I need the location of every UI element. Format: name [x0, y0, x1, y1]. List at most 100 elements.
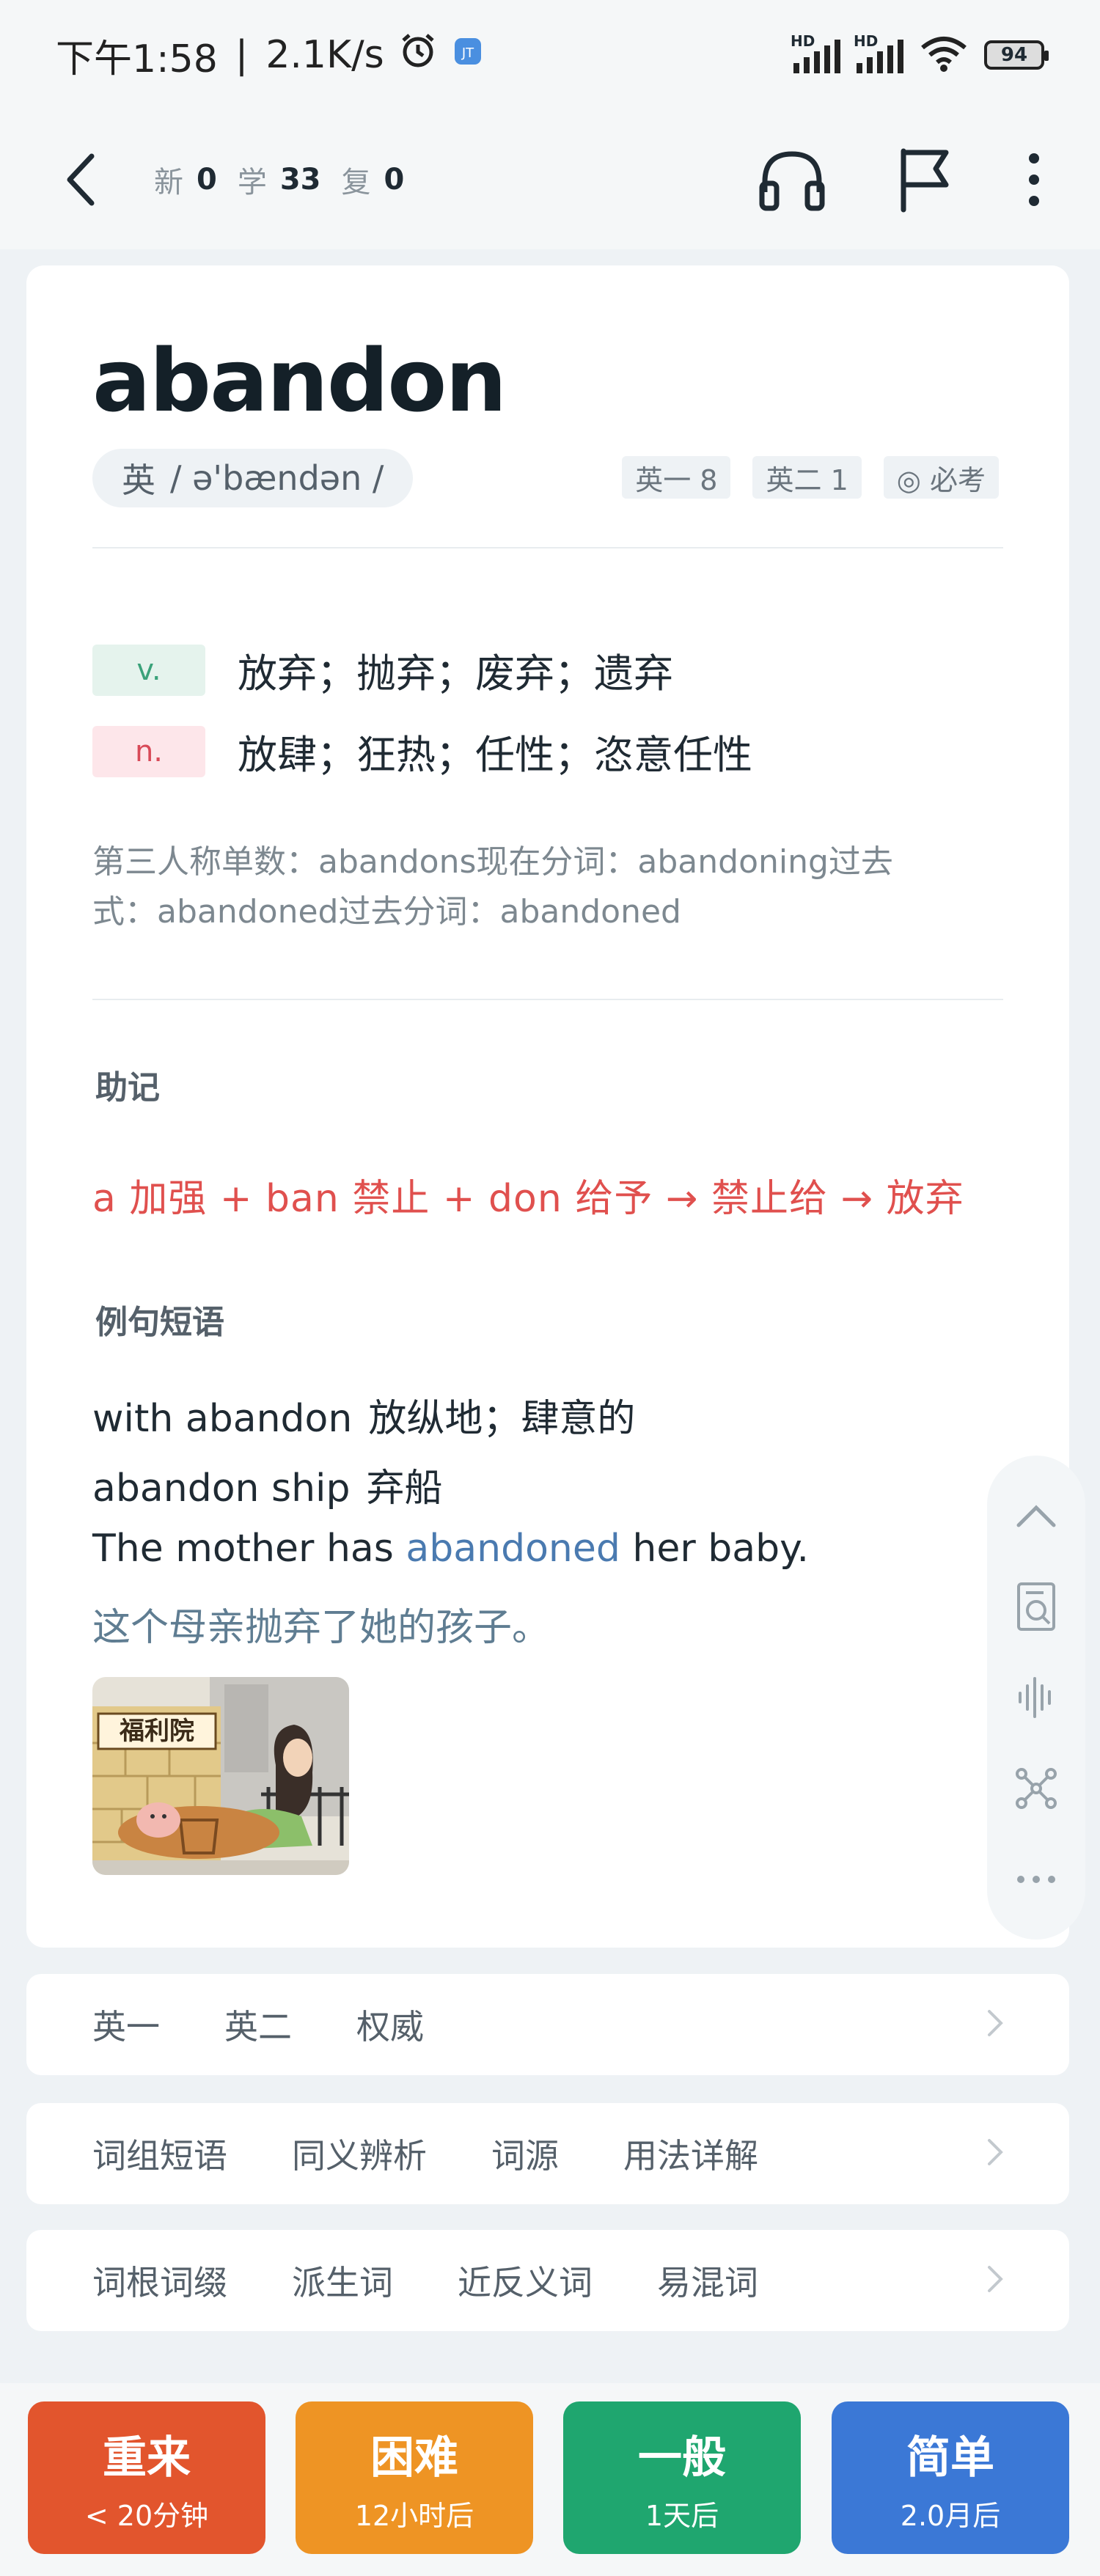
pos-badge-verb: v.: [92, 644, 205, 696]
link-authority[interactable]: 权威: [356, 2000, 424, 2049]
divider: [92, 999, 1003, 1000]
phrase-en: with abandon: [92, 1397, 353, 1441]
phonetic-text: / ə'bændən /: [170, 458, 384, 498]
more-tools-button[interactable]: [1007, 1850, 1066, 1909]
nav-actions: [755, 143, 1049, 216]
dictionary-button[interactable]: [1007, 1577, 1066, 1636]
phrase-item: with abandon 放纵地；肆意的: [92, 1387, 635, 1442]
rating-interval: 12小时后: [354, 2500, 474, 2532]
collapse-button[interactable]: [1007, 1486, 1066, 1545]
example-highlight-word[interactable]: abandoned: [406, 1527, 620, 1571]
dictionary-icon: [1017, 1582, 1055, 1631]
pronunciation-button[interactable]: [1007, 1668, 1066, 1727]
example-illustration[interactable]: 福利院: [92, 1677, 349, 1875]
network-speed: 2.1K/s: [265, 33, 384, 77]
phrase-zh: 放纵地；肆意的: [368, 1397, 636, 1441]
divider: [92, 547, 1003, 548]
mnemonic-text: a 加强 + ban 禁止 + don 给予 → 禁止给 → 放弃: [92, 1177, 964, 1221]
back-button[interactable]: [51, 150, 110, 209]
usage-links-row[interactable]: 词组短语 同义辨析 词源 用法详解: [26, 2103, 1069, 2204]
tag-english-2: 英二 1: [752, 456, 862, 499]
tag-required: ◎ 必考: [883, 456, 999, 499]
new-count: 0: [197, 163, 217, 197]
tool-rail: [987, 1456, 1085, 1940]
rating-interval: < 20分钟: [84, 2500, 209, 2532]
flag-button[interactable]: [887, 143, 961, 216]
phonetic-button[interactable]: 英 / ə'bændən /: [92, 449, 414, 507]
tag-english-1: 英一 8: [622, 456, 731, 499]
learn-count-label: 学: [237, 166, 267, 199]
link-etymology[interactable]: 词源: [491, 2129, 559, 2178]
example-sentence-end: her baby.: [620, 1527, 810, 1571]
status-bar: 下午1:58 | 2.1K/s JT HD HD 94: [0, 0, 1100, 110]
chevron-right-icon: [987, 2009, 1003, 2040]
chevron-up-icon: [1016, 1505, 1056, 1527]
word-title: abandon: [92, 330, 507, 431]
more-button[interactable]: [1019, 143, 1049, 216]
study-counts: 新 0 学 33 复 0: [154, 158, 411, 201]
link-synonyms-antonyms[interactable]: 近反义词: [458, 2256, 593, 2305]
rating-label: 简单: [906, 2432, 994, 2484]
learn-count: 33: [279, 163, 321, 197]
illustration-sign: 福利院: [119, 1717, 194, 1746]
link-roots-affixes[interactable]: 词根词缀: [92, 2256, 227, 2305]
chevron-right-icon: [987, 2138, 1003, 2169]
word-forms-line: 式：abandoned过去分词：abandoned: [92, 893, 681, 931]
link-derivatives[interactable]: 派生词: [292, 2256, 393, 2305]
battery-icon: 94: [984, 40, 1049, 70]
svg-text:JT: JT: [461, 45, 474, 61]
headphones-icon: [759, 151, 825, 211]
new-count-label: 新: [154, 166, 183, 199]
definition-text: 放弃；抛弃；废弃；遗弃: [238, 650, 673, 697]
again-button[interactable]: 重来 < 20分钟: [28, 2401, 265, 2554]
review-count: 0: [384, 163, 405, 197]
example-sentence-start: The mother has: [92, 1527, 406, 1571]
audio-button[interactable]: [755, 143, 829, 216]
link-english-1[interactable]: 英一: [92, 2000, 160, 2049]
pos-badge-noun: n.: [92, 725, 205, 777]
word-network-button[interactable]: [1007, 1759, 1066, 1818]
examples-label: 例句短语: [92, 1296, 227, 1346]
exam-tags: 英一 8 英二 1 ◎ 必考: [622, 456, 999, 499]
status-right: HD HD 94: [791, 32, 1049, 76]
good-button[interactable]: 一般 1天后: [563, 2401, 801, 2554]
rating-interval: 1天后: [645, 2500, 719, 2532]
hard-button[interactable]: 困难 12小时后: [296, 2401, 533, 2554]
rating-bar: 重来 < 20分钟 困难 12小时后 一般 1天后 简单 2.0月后: [0, 2383, 1100, 2576]
more-vertical-icon: [1029, 153, 1039, 206]
app-notification-icon: JT: [452, 33, 484, 77]
signal-icon-2: HD: [854, 32, 903, 73]
sound-wave-icon: [1019, 1677, 1051, 1718]
status-left: 下午1:58 | 2.1K/s JT: [56, 28, 484, 83]
example-sentence: The mother has abandoned her baby.: [92, 1527, 809, 1571]
definition-text: 放肆；狂热；任性；恣意任性: [238, 732, 752, 778]
rating-label: 重来: [103, 2432, 191, 2484]
signal-icon-1: HD: [791, 32, 840, 73]
status-separator: |: [235, 33, 249, 77]
battery-level: 94: [1000, 44, 1028, 66]
back-arrow-icon: [67, 153, 95, 206]
status-time: 下午1:58: [56, 37, 218, 81]
link-synonym-analysis[interactable]: 同义辨析: [292, 2129, 427, 2178]
review-count-label: 复: [341, 166, 371, 199]
alarm-icon: [399, 32, 437, 79]
link-english-2[interactable]: 英二: [224, 2000, 292, 2049]
wifi-icon: [920, 34, 968, 76]
more-horizontal-icon: [1017, 1876, 1055, 1883]
link-usage-details[interactable]: 用法详解: [623, 2129, 758, 2178]
flag-icon: [901, 148, 949, 213]
network-graph-icon: [1016, 1768, 1057, 1809]
link-phrases[interactable]: 词组短语: [92, 2129, 227, 2178]
easy-button[interactable]: 简单 2.0月后: [832, 2401, 1069, 2554]
exam-links-row[interactable]: 英一 英二 权威: [26, 1974, 1069, 2075]
phrase-zh: 弃船: [366, 1467, 443, 1511]
morphology-links-row[interactable]: 词根词缀 派生词 近反义词 易混词: [26, 2230, 1069, 2331]
top-nav: 新 0 学 33 复 0: [0, 110, 1100, 249]
rating-label: 困难: [370, 2432, 458, 2484]
word-forms-line: 第三人称单数：abandons现在分词：abandoning过去: [92, 843, 893, 881]
phrase-en: abandon ship: [92, 1467, 351, 1511]
phrase-item: abandon ship 弃船: [92, 1457, 443, 1512]
example-translation: 这个母亲抛弃了她的孩子。: [92, 1606, 551, 1650]
link-confusables[interactable]: 易混词: [657, 2256, 758, 2305]
rating-label: 一般: [638, 2432, 726, 2484]
